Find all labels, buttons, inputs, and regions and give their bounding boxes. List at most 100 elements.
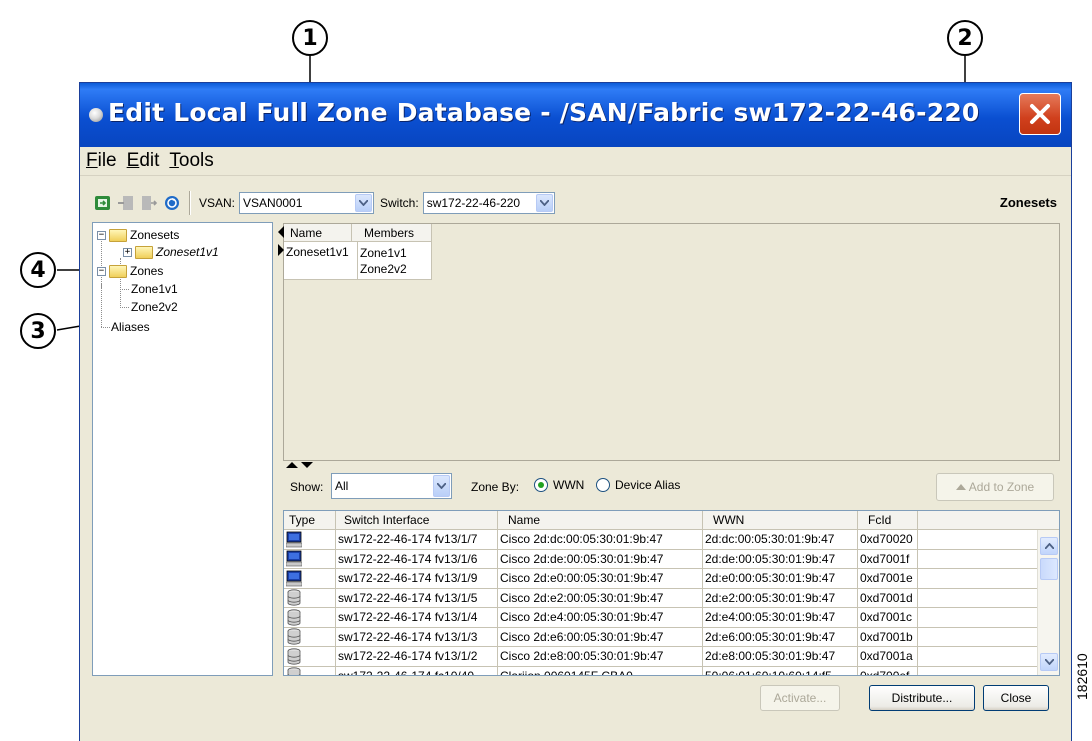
- collapse-icon[interactable]: −: [97, 230, 106, 240]
- table-cell-name[interactable]: Cisco 2d:e0:00:05:30:01:9b:47: [498, 569, 703, 588]
- insert-icon[interactable]: [94, 194, 112, 212]
- table-cell-name[interactable]: Cisco 2d:e2:00:05:30:01:9b:47: [498, 588, 703, 607]
- chevron-down-icon[interactable]: [535, 194, 553, 212]
- table-cell-name[interactable]: Clariion 0060145F CBA0: [498, 666, 703, 675]
- column-header-name[interactable]: Name: [498, 511, 703, 529]
- zone-tree[interactable]: − Zonesets + Zoneset1v1 − Zones Zone1v1 …: [92, 222, 273, 676]
- tree-node-aliases[interactable]: Aliases: [111, 318, 150, 336]
- table-cell-iface[interactable]: sw172-22-46-174 fv13/1/3: [336, 627, 498, 646]
- table-cell-name[interactable]: Cisco 2d:e4:00:05:30:01:9b:47: [498, 608, 703, 627]
- switch-select[interactable]: sw172-22-46-220: [422, 192, 555, 214]
- table-cell-wwn[interactable]: 2d:e8:00:05:30:01:9b:47: [703, 647, 858, 666]
- table-cell-iface[interactable]: sw172-22-46-174 fv13/1/6: [336, 549, 498, 568]
- close-window-button[interactable]: [1019, 93, 1061, 135]
- table-cell-name[interactable]: Cisco 2d:e6:00:05:30:01:9b:47: [498, 627, 703, 646]
- distribute-button[interactable]: Distribute...: [869, 685, 975, 711]
- scroll-down-button[interactable]: [1040, 653, 1058, 671]
- table-cell-wwn[interactable]: 50:06:01:60:10:60:14:f5: [703, 666, 858, 675]
- column-header-fcid[interactable]: FcId: [858, 511, 918, 529]
- storage-icon[interactable]: [284, 608, 336, 627]
- table-cell-iface[interactable]: sw172-22-46-174 fc10/40: [336, 666, 498, 675]
- tree-node-zone1v1[interactable]: Zone1v1: [131, 280, 178, 298]
- menu-file[interactable]: File: [86, 150, 117, 172]
- devices-table-header: Type Switch Interface Name WWN FcId: [284, 511, 1059, 530]
- activate-button[interactable]: Activate...: [760, 685, 840, 711]
- table-row[interactable]: sw172-22-46-174 fv13/1/5 Cisco 2d:e2:00:0…: [284, 588, 1059, 608]
- storage-icon[interactable]: [284, 627, 336, 646]
- tree-node-zonesets[interactable]: − Zonesets: [97, 226, 179, 244]
- chevron-down-icon: [1044, 659, 1054, 665]
- table-cell-wwn[interactable]: 2d:e6:00:05:30:01:9b:47: [703, 627, 858, 646]
- column-header-type[interactable]: Type: [284, 511, 336, 529]
- collapse-icon[interactable]: −: [97, 266, 106, 276]
- table-row[interactable]: sw172-22-46-174 fv13/1/3 Cisco 2d:e6:00:0…: [284, 627, 1059, 647]
- table-cell-name[interactable]: Cisco 2d:de:00:05:30:01:9b:47: [498, 549, 703, 568]
- table-cell-wwn[interactable]: 2d:e0:00:05:30:01:9b:47: [703, 569, 858, 588]
- table-cell-name[interactable]: Cisco 2d:dc:00:05:30:01:9b:47: [498, 530, 703, 549]
- table-cell-fcid[interactable]: 0xd700ef: [858, 666, 918, 675]
- table-cell-iface[interactable]: sw172-22-46-174 fv13/1/5: [336, 588, 498, 607]
- table-cell-iface[interactable]: sw172-22-46-174 fv13/1/7: [336, 530, 498, 549]
- table-cell-fcid[interactable]: 0xd7001c: [858, 608, 918, 627]
- close-button[interactable]: Close: [983, 685, 1049, 711]
- devices-scrollbar[interactable]: [1037, 530, 1059, 675]
- show-select[interactable]: All: [331, 473, 452, 499]
- storage-icon[interactable]: [284, 588, 336, 607]
- table-cell-wwn[interactable]: 2d:dc:00:05:30:01:9b:47: [703, 530, 858, 549]
- device-alias-radio[interactable]: Device Alias: [596, 478, 680, 492]
- column-header-name[interactable]: Name: [284, 224, 352, 242]
- column-header-switch-interface[interactable]: Switch Interface: [336, 511, 498, 529]
- table-row[interactable]: sw172-22-46-174 fv13/1/7 Cisco 2d:dc:00:0…: [284, 530, 1059, 550]
- chevron-down-icon[interactable]: [355, 194, 373, 212]
- table-cell-fcid[interactable]: 0xd7001e: [858, 569, 918, 588]
- menu-tools[interactable]: Tools: [169, 150, 213, 172]
- table-cell-fcid[interactable]: 0xd7001b: [858, 627, 918, 646]
- table-cell-wwn[interactable]: 2d:e4:00:05:30:01:9b:47: [703, 608, 858, 627]
- refresh-icon[interactable]: [163, 194, 181, 212]
- tree-node-zoneset1v1[interactable]: + Zoneset1v1: [123, 243, 219, 261]
- radio-unselected-icon[interactable]: [596, 478, 610, 492]
- delete-row-icon[interactable]: [117, 194, 135, 212]
- toolbar: VSAN: VSAN0001 Switch: sw172-22-46-220 Z…: [80, 187, 1071, 219]
- radio-selected-icon[interactable]: [534, 478, 548, 492]
- table-cell-fcid[interactable]: 0xd7001a: [858, 647, 918, 666]
- table-cell-wwn[interactable]: 2d:e2:00:05:30:01:9b:47: [703, 588, 858, 607]
- table-cell-name[interactable]: Zoneset1v1: [284, 242, 358, 280]
- table-cell-iface[interactable]: sw172-22-46-174 fv13/1/9: [336, 569, 498, 588]
- table-cell-wwn[interactable]: 2d:de:00:05:30:01:9b:47: [703, 549, 858, 568]
- splitter-arrows-icon[interactable]: [286, 461, 316, 469]
- table-cell-fcid[interactable]: 0xd70020: [858, 530, 918, 549]
- host-icon[interactable]: [284, 569, 336, 588]
- table-row[interactable]: sw172-22-46-174 fv13/1/9 Cisco 2d:e0:00:0…: [284, 569, 1059, 589]
- host-icon[interactable]: [284, 530, 336, 549]
- tree-node-zone2v2[interactable]: Zone2v2: [131, 298, 178, 316]
- table-row[interactable]: sw172-22-46-174 fc10/40 Clariion 0060145F…: [284, 666, 1059, 675]
- tree-node-zones[interactable]: − Zones: [97, 262, 163, 280]
- vsan-label: VSAN:: [199, 196, 236, 210]
- table-cell-fcid[interactable]: 0xd7001d: [858, 588, 918, 607]
- table-row[interactable]: sw172-22-46-174 fv13/1/2 Cisco 2d:e8:00:0…: [284, 647, 1059, 667]
- table-cell-iface[interactable]: sw172-22-46-174 fv13/1/4: [336, 608, 498, 627]
- menu-edit[interactable]: Edit: [127, 150, 160, 172]
- scroll-up-button[interactable]: [1040, 537, 1058, 555]
- table-cell-fcid[interactable]: 0xd7001f: [858, 549, 918, 568]
- table-row[interactable]: sw172-22-46-174 fv13/1/4 Cisco 2d:e4:00:0…: [284, 608, 1059, 628]
- wwn-radio[interactable]: WWN: [534, 478, 584, 492]
- column-header-members[interactable]: Members: [352, 224, 432, 242]
- vsan-select[interactable]: VSAN0001: [239, 192, 375, 214]
- storage-icon[interactable]: [284, 647, 336, 666]
- expand-icon[interactable]: +: [123, 247, 132, 257]
- title-bar[interactable]: Edit Local Full Zone Database - /SAN/Fab…: [80, 83, 1071, 147]
- zonesets-table: Zoneset1v1 Zone1v1 Zone2v2: [284, 242, 432, 280]
- add-to-zone-button[interactable]: Add to Zone: [936, 473, 1054, 501]
- column-header-wwn[interactable]: WWN: [703, 511, 858, 529]
- host-icon[interactable]: [284, 549, 336, 568]
- copy-icon[interactable]: [140, 194, 158, 212]
- table-cell-iface[interactable]: sw172-22-46-174 fv13/1/2: [336, 647, 498, 666]
- table-row[interactable]: sw172-22-46-174 fv13/1/6 Cisco 2d:de:00:0…: [284, 549, 1059, 569]
- scroll-thumb[interactable]: [1040, 558, 1058, 580]
- table-cell-members[interactable]: Zone1v1 Zone2v2: [358, 242, 432, 280]
- chevron-down-icon[interactable]: [433, 475, 450, 497]
- table-cell-name[interactable]: Cisco 2d:e8:00:05:30:01:9b:47: [498, 647, 703, 666]
- storage-icon[interactable]: [284, 666, 336, 675]
